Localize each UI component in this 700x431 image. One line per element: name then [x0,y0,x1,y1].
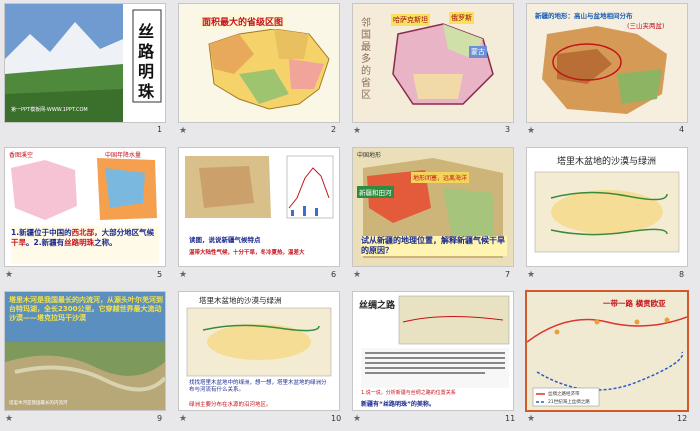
question-text: 读图，说说新疆气候特点 [189,236,261,244]
animation-star-icon: ★ [527,414,536,424]
animation-star-icon: ★ [179,414,188,424]
animation-star-icon: ★ [179,126,188,136]
slide-number: 2 [331,125,337,134]
slide-thumbnail-2[interactable]: 面积最大的省级区图 [179,4,339,122]
answer-text: 新疆有“丝路明珠”的美称。 [361,401,435,408]
slide-title: 塔里木盆地的沙漠与绿洲 [557,157,657,167]
animation-star-icon: ★ [179,270,188,280]
slide-number: 3 [505,125,511,134]
legend-item: 丝绸之路经济带 [548,392,580,397]
slide-thumbnail-10[interactable]: 塔里木盆地的沙漠与绿洲 找找塔里木盆地中的绿洲，想一想，塔里木盆地的绿洲分布与河… [179,292,339,410]
slide-thumbnail-11[interactable]: 丝绸之路 1.说一说，分析新疆与丝绸之路的位置关系 新疆有“丝路明珠”的美称。 [353,292,513,410]
slide-thumbnail-6[interactable]: 读图，说说新疆气候特点 温带大陆性气候，十分干旱，冬冷夏热，温差大 [179,148,339,266]
animation-star-icon: ★ [527,126,536,136]
slide-thumbnail-3[interactable]: 哈萨克斯坦 俄罗斯 蒙古 邻国最多的省区 [353,4,513,122]
legend-item: 21世纪海上丝绸之路 [548,400,590,405]
slide-number: 12 [677,414,688,423]
label-most-neighbors: 邻国最多的省区 [361,18,371,101]
slide-number: 6 [331,270,337,279]
slide-number: 9 [157,414,163,423]
slide-title: 一带一路 横贯欧亚 [603,299,666,308]
slide-title: 面积最大的省级区图 [199,14,287,29]
slide-title: 塔里木盆地的沙漠与绿洲 [199,296,282,305]
caption: 第一PPT模板网-WWW.1PPT.COM [11,107,88,113]
label: 香图溪空 [9,152,34,159]
slide-thumbnail-4[interactable]: 新疆的地形：高山与盆地相间分布 (三山夹两盆) [527,4,687,122]
animation-star-icon: ★ [5,270,14,280]
slide-number: 5 [157,270,163,279]
label-mongolia: 蒙古 [469,46,487,58]
animation-star-icon: ★ [527,270,536,280]
description-text: 塔里木河是我国最长的内流河，从源头叶尔羌河到台特玛湖，全长2300公里。它穿越世… [9,296,163,322]
slide-title: 丝路明珠 [138,22,155,101]
question-text: 试从新疆的地理位置，解释新疆气候干旱的原因？ [361,236,507,256]
question-text: 1.新疆位于中国的西北部，大部分地区气候干旱。2.新疆有丝路明珠之称。 [11,228,155,247]
slide-number: 1 [157,125,163,134]
animation-star-icon: ★ [353,126,362,136]
label: 新疆和田河 [357,186,394,198]
slide-number: 4 [679,125,685,134]
slide-title: 丝绸之路 [359,301,396,311]
xinjiang-neighbors-map [353,4,513,122]
slide-thumbnail-1[interactable]: 丝路明珠 第一PPT模板网-WWW.1PPT.COM [5,4,165,122]
slide-title: 新疆的地形：高山与盆地相间分布 [535,12,633,20]
label-kazakhstan: 哈萨克斯坦 [391,14,430,26]
slide-number: 8 [679,270,685,279]
label: 中国年降水量 [105,152,142,159]
slide-thumbnail-12[interactable]: 一带一路 横贯欧亚 丝绸之路经济带 21世纪海上丝绸之路 [527,292,687,410]
label-russia: 俄罗斯 [449,12,474,24]
slide-number: 7 [505,270,511,279]
slide-number: 11 [505,414,516,423]
answer-text: 绿洲主要分布在水源的沿河地区。 [189,402,272,408]
label: 中国地形 [357,152,382,159]
animation-star-icon: ★ [353,414,362,424]
slide-thumbnail-9[interactable]: 塔里木河是我国最长的内流河，从源头叶尔羌河到台特玛湖，全长2300公里。它穿越世… [5,292,165,410]
animation-star-icon: ★ [5,414,14,424]
animation-star-icon: ★ [353,270,362,280]
slide-subtitle: (三山夹两盆) [627,22,665,30]
maps-precipitation [5,148,165,266]
caption: 塔里木河是我国最长的内流河 [9,401,68,406]
slide-thumbnail-8[interactable]: 塔里木盆地的沙漠与绿洲 [527,148,687,266]
question-text: 找找塔里木盆地中的绿洲，想一想，塔里木盆地的绿洲分布与河流有什么关系。 [189,380,327,393]
slide-thumbnail-7[interactable]: 中国地形 新疆和田河 地形闭塞，远离海洋 试从新疆的地理位置，解释新疆气候干旱的… [353,148,513,266]
slide-thumbnail-5[interactable]: 香图溪空 中国年降水量 1.新疆位于中国的西北部，大部分地区气候干旱。2.新疆有… [5,148,165,266]
label: 地形闭塞，远离海洋 [411,172,470,183]
question-text: 1.说一说，分析新疆与丝绸之路的位置关系 [361,390,456,396]
slide-number: 10 [331,414,342,423]
answer-text: 温带大陆性气候，十分干旱，冬冷夏热，温差大 [189,250,305,256]
